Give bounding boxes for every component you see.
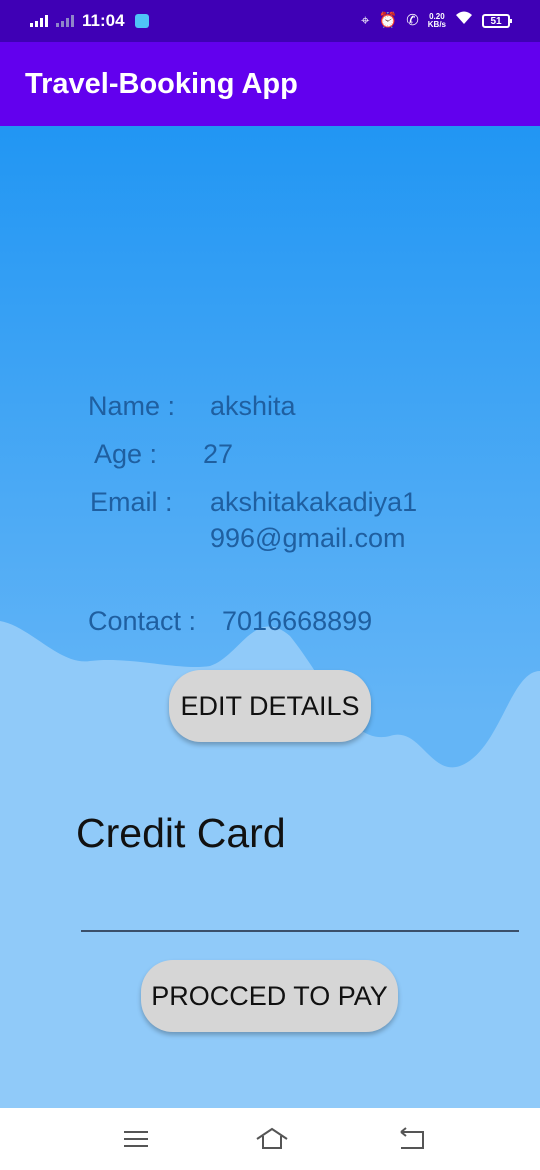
app-title: Travel-Booking App [25, 68, 298, 100]
signal-weak-icon [56, 15, 74, 27]
wifi-call-icon: ✆ [406, 12, 419, 29]
battery-level: 51 [490, 15, 502, 27]
profile-content: Name : akshita Age : 27 Email : akshitak… [0, 126, 540, 1108]
contact-value: 7016668899 [222, 606, 373, 636]
credit-card-label: Credit Card [76, 810, 286, 856]
wifi-icon [455, 11, 473, 31]
contact-label: Contact : [88, 606, 197, 636]
back-icon[interactable] [397, 1124, 427, 1154]
app-notification-icon [134, 14, 149, 28]
status-right: ⌖ ⏰ ✆ 0.20 KB/s 51 [361, 11, 512, 31]
email-label: Email : [90, 487, 173, 517]
age-label: Age : [94, 439, 158, 469]
email-value: akshitakakadiya1996@gmail.com [210, 487, 418, 553]
name-value: akshita [210, 391, 296, 421]
battery-icon: 51 [482, 14, 512, 28]
edit-details-button[interactable]: EDIT DETAILS [169, 670, 371, 742]
net-speed: 0.20 KB/s [428, 13, 446, 29]
signal-icon [30, 15, 48, 27]
status-bar: 11:04 ⌖ ⏰ ✆ 0.20 KB/s 51 [0, 0, 540, 42]
age-value: 27 [203, 439, 234, 469]
app-bar: Travel-Booking App [0, 42, 540, 126]
menu-icon[interactable] [121, 1124, 151, 1154]
proceed-to-pay-button[interactable]: PROCCED TO PAY [141, 960, 398, 1032]
alarm-icon: ⏰ [378, 12, 398, 29]
navigation-bar [0, 1108, 540, 1170]
status-time: 11:04 [82, 11, 125, 30]
location-icon: ⌖ [361, 12, 370, 29]
name-label: Name : [88, 391, 176, 421]
status-left: 11:04 [30, 11, 149, 31]
net-speed-unit: KB/s [427, 20, 446, 29]
home-icon[interactable] [255, 1124, 288, 1154]
credit-card-input[interactable] [81, 930, 519, 932]
